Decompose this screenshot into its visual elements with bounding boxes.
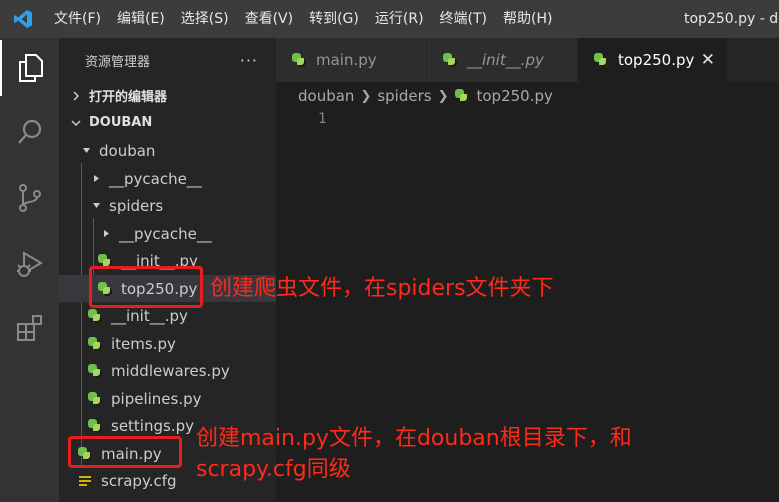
tab-main-py[interactable]: main.py — [276, 38, 427, 82]
menu-selection[interactable]: 选择(S) — [173, 0, 237, 38]
close-icon[interactable]: ✕ — [701, 50, 715, 70]
window-title: top250.py - do — [684, 11, 779, 27]
python-file-icon — [594, 53, 608, 67]
caret-right-icon — [99, 227, 113, 241]
tree-label: scrapy.cfg — [101, 471, 177, 490]
menu-bar: 文件(F) 编辑(E) 选择(S) 查看(V) 转到(G) 运行(R) 终端(T… — [46, 0, 560, 38]
tab-init-py[interactable]: __init__.py — [427, 38, 578, 82]
project-section[interactable]: DOUBAN — [59, 109, 276, 136]
tree-folder-pycache[interactable]: __pycache__ — [59, 165, 276, 192]
python-file-icon — [87, 363, 103, 379]
open-editors-section[interactable]: 打开的编辑器 — [59, 82, 276, 109]
breadcrumb-spiders[interactable]: spiders — [377, 87, 431, 105]
tree-file-middlewares[interactable]: middlewares.py — [59, 357, 276, 384]
annotation-spider-note: 创建爬虫文件，在spiders文件夹下 — [210, 276, 554, 301]
tab-top250-py[interactable]: top250.py ✕ — [578, 38, 728, 82]
menu-go[interactable]: 转到(G) — [301, 0, 367, 38]
annotation-main-note-line2: scrapy.cfg同级 — [196, 457, 351, 482]
chevron-right-icon: ❯ — [360, 88, 372, 104]
menu-run[interactable]: 运行(R) — [367, 0, 432, 38]
tree-file-pipelines[interactable]: pipelines.py — [59, 385, 276, 412]
annotation-main-note-line1: 创建main.py文件，在douban根目录下，和 — [196, 426, 632, 451]
tree-file-items[interactable]: items.py — [59, 330, 276, 357]
title-bar: 文件(F) 编辑(E) 选择(S) 查看(V) 转到(G) 运行(R) 终端(T… — [0, 0, 779, 38]
config-file-icon — [77, 473, 93, 489]
more-actions-icon[interactable]: ··· — [240, 51, 258, 70]
tree-folder-douban[interactable]: douban — [59, 137, 276, 164]
open-editors-label: 打开的编辑器 — [89, 90, 168, 105]
python-file-icon — [87, 391, 103, 407]
python-file-icon — [443, 53, 457, 67]
chevron-down-icon — [67, 118, 85, 128]
search-icon[interactable] — [0, 104, 59, 160]
chevron-right-icon: ❯ — [437, 88, 449, 104]
menu-view[interactable]: 查看(V) — [237, 0, 302, 38]
chevron-right-icon — [67, 90, 85, 101]
menu-help[interactable]: 帮助(H) — [495, 0, 560, 38]
breadcrumb: douban ❯ spiders ❯ top250.py — [298, 84, 553, 108]
caret-right-icon — [89, 172, 103, 186]
activity-bar — [0, 38, 59, 502]
python-file-icon — [87, 336, 103, 352]
tree-label: __pycache__ — [119, 224, 212, 243]
tab-label: top250.py — [618, 51, 695, 69]
tree-folder-pycache[interactable]: __pycache__ — [59, 220, 276, 247]
tree-label: douban — [99, 141, 156, 160]
annotation-box-main — [68, 436, 182, 468]
python-file-icon — [454, 89, 469, 103]
menu-edit[interactable]: 编辑(E) — [109, 0, 173, 38]
menu-terminal[interactable]: 终端(T) — [432, 0, 495, 38]
tree-label: spiders — [109, 196, 164, 215]
menu-file[interactable]: 文件(F) — [46, 0, 109, 38]
breadcrumb-douban[interactable]: douban — [298, 87, 354, 105]
tree-label: __init__.py — [111, 306, 188, 325]
line-number: 1 — [318, 111, 327, 127]
python-file-icon — [87, 308, 103, 324]
tree-folder-spiders[interactable]: spiders — [59, 192, 276, 219]
caret-down-icon — [89, 199, 103, 213]
annotation-box-top250 — [89, 266, 203, 308]
explorer-title: 资源管理器 — [85, 54, 151, 70]
source-control-icon[interactable] — [0, 170, 59, 226]
breadcrumb-top250[interactable]: top250.py — [477, 87, 553, 105]
vscode-logo-icon — [0, 0, 46, 38]
tab-label: main.py — [316, 51, 377, 69]
editor-tabs: main.py __init__.py top250.py ✕ — [276, 38, 779, 82]
tree-label: middlewares.py — [111, 361, 230, 380]
tree-label: items.py — [111, 334, 176, 353]
python-file-icon — [87, 418, 103, 434]
caret-down-icon — [79, 144, 93, 158]
tree-label: pipelines.py — [111, 389, 202, 408]
extensions-icon[interactable] — [0, 300, 59, 356]
explorer-header: 资源管理器 ··· — [59, 38, 276, 82]
tree-label: __pycache__ — [109, 169, 202, 188]
tab-label: __init__.py — [467, 51, 544, 69]
python-file-icon — [292, 53, 306, 67]
explorer-icon[interactable] — [0, 40, 59, 96]
project-label: DOUBAN — [89, 115, 153, 130]
tree-label: settings.py — [111, 416, 194, 435]
run-debug-icon[interactable] — [0, 236, 59, 292]
